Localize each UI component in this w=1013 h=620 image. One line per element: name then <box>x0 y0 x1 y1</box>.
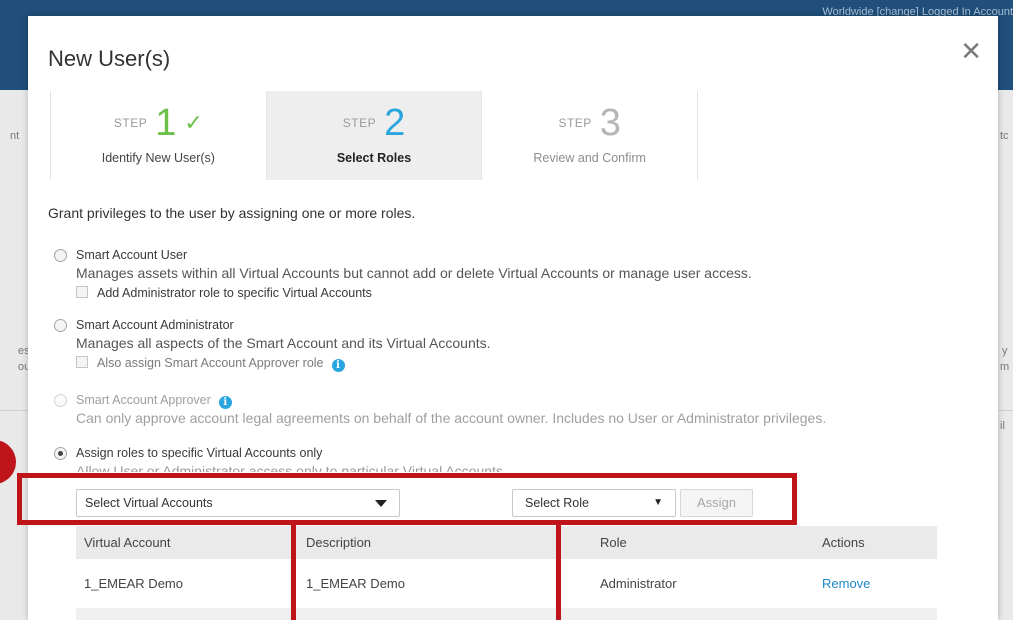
background-fragment: m <box>1000 361 1010 373</box>
annotation-column-line <box>556 525 561 620</box>
cell-description: 1_EMEAR Demo <box>306 576 405 591</box>
option-description: Can only approve account legal agreement… <box>76 410 827 426</box>
table-row <box>76 608 937 620</box>
option-title: Assign roles to specific Virtual Account… <box>76 446 323 460</box>
column-header: Role <box>600 535 627 550</box>
option-description: Allow User or Administrator access only … <box>76 463 507 472</box>
step-2[interactable]: STEP 2 Select Roles <box>265 91 482 180</box>
modal-title: New User(s) <box>48 46 171 71</box>
sub-option-label: Add Administrator role to specific Virtu… <box>97 286 372 300</box>
assigned-roles-table: Virtual Account Description Role Actions… <box>76 526 937 620</box>
step-label: Select Roles <box>336 151 412 165</box>
background-fragment: nt <box>10 130 20 142</box>
step-word: STEP <box>113 116 148 130</box>
sub-option-label: Also assign Smart Account Approver role <box>97 356 324 370</box>
option-description: Manages assets within all Virtual Accoun… <box>76 265 752 281</box>
option-title: Smart Account User <box>76 248 188 262</box>
checkbox-add-admin[interactable] <box>76 286 88 298</box>
cell-virtual-account: 1_EMEAR Demo <box>84 576 183 591</box>
check-icon: ✓ <box>184 110 203 135</box>
new-user-modal: New User(s) ✕ STEP 1 ✓ Identify New User… <box>28 16 998 620</box>
step-number: 3 <box>599 102 621 144</box>
step-label: Review and Confirm <box>533 151 646 165</box>
step-word: STEP <box>342 116 377 130</box>
option-description: Manages all aspects of the Smart Account… <box>76 335 491 351</box>
column-header: Virtual Account <box>84 535 171 550</box>
column-header: Actions <box>822 535 865 550</box>
annotation-highlight-box <box>17 473 797 525</box>
info-icon[interactable]: i <box>218 396 232 409</box>
background-fragment: il <box>1000 420 1005 432</box>
option-title: Smart Account Administrator <box>76 318 234 332</box>
background-fragment: y <box>1002 345 1008 357</box>
cell-role: Administrator <box>600 576 677 591</box>
close-icon[interactable]: ✕ <box>960 38 982 64</box>
table-header: Virtual Account Description Role Actions <box>76 526 937 559</box>
intro-text: Grant privileges to the user by assignin… <box>48 205 416 221</box>
column-header: Description <box>306 535 372 550</box>
radio-specific-virtual-accounts[interactable] <box>54 447 67 460</box>
sub-option-add-admin: Add Administrator role to specific Virtu… <box>76 286 372 300</box>
step-number: 2 <box>384 102 406 144</box>
sub-option-approver: Also assign Smart Account Approver role i <box>76 356 345 372</box>
radio-smart-account-admin[interactable] <box>54 319 67 332</box>
wizard-steps: STEP 1 ✓ Identify New User(s) STEP 2 Sel… <box>50 91 699 180</box>
table-row: 1_EMEAR Demo 1_EMEAR Demo Administrator … <box>76 559 937 608</box>
background-fragment: tc <box>1000 130 1009 142</box>
step-word: STEP <box>558 116 592 130</box>
annotation-column-line <box>291 525 296 620</box>
radio-smart-account-user[interactable] <box>54 249 67 262</box>
step-label: Identify New User(s) <box>101 151 215 165</box>
step-1[interactable]: STEP 1 ✓ Identify New User(s) <box>50 91 266 180</box>
radio-smart-account-approver[interactable] <box>54 394 67 407</box>
option-title: Smart Account Approver i <box>76 393 232 409</box>
remove-link[interactable]: Remove <box>822 559 870 608</box>
checkbox-approver-role[interactable] <box>76 356 88 368</box>
info-icon[interactable]: i <box>331 359 345 372</box>
step-3[interactable]: STEP 3 Review and Confirm <box>481 91 699 180</box>
step-number: 1 <box>155 102 177 144</box>
